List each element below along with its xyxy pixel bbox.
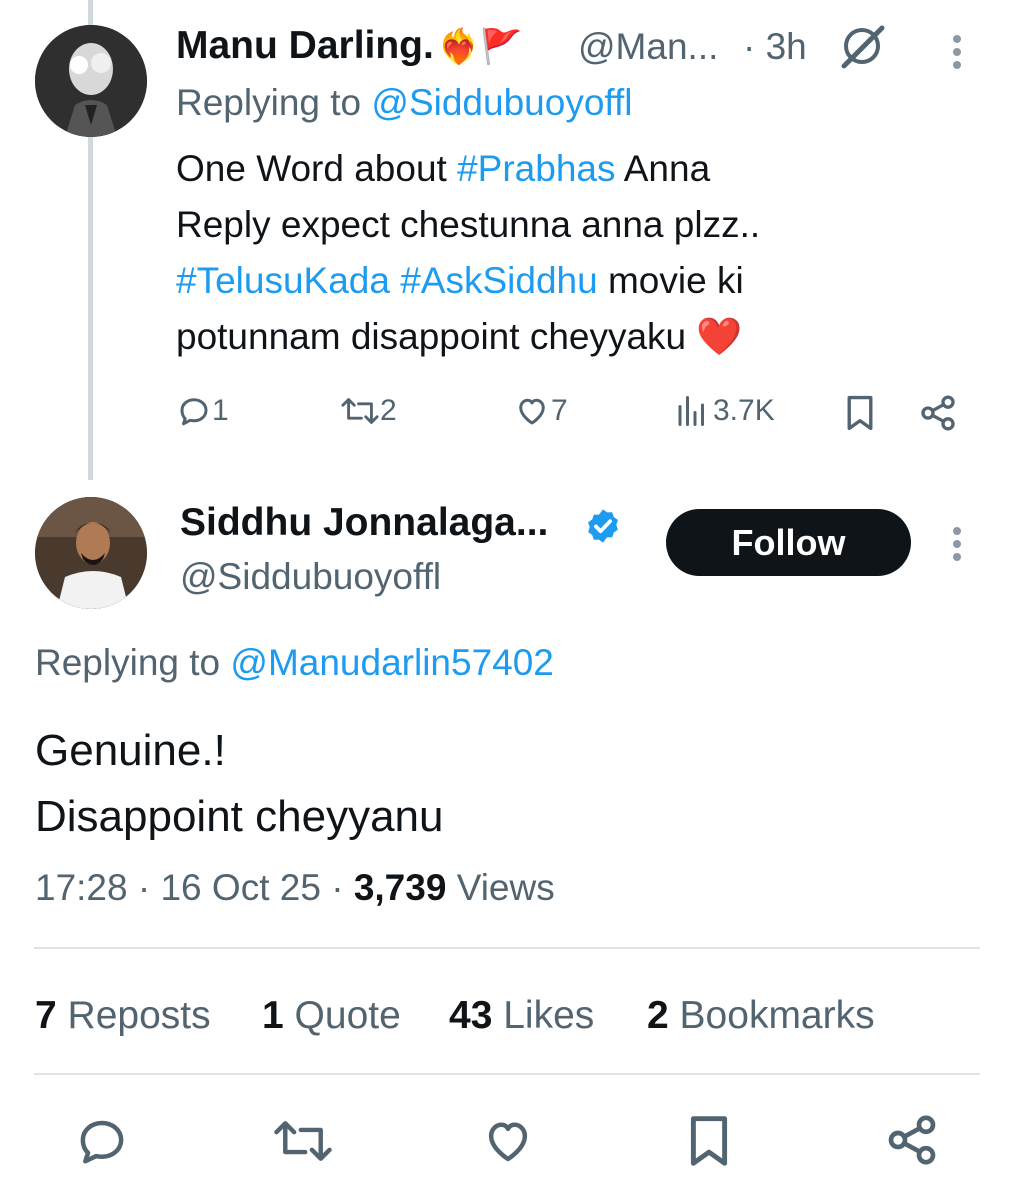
divider xyxy=(34,947,980,949)
avatar-manu[interactable] xyxy=(35,25,147,137)
views-label: Views xyxy=(456,867,555,908)
main-text-line: Disappoint cheyyanu xyxy=(35,792,444,841)
share-button[interactable] xyxy=(884,1112,940,1173)
reply-action-like[interactable]: 7 xyxy=(513,393,568,429)
reply-text-line: #TelusuKada #AskSiddhu movie ki xyxy=(176,260,744,301)
repost-icon xyxy=(274,1121,332,1161)
divider xyxy=(34,1073,980,1075)
hashtag-prabhas[interactable]: #Prabhas xyxy=(457,148,615,189)
repost-icon xyxy=(341,398,379,424)
main-tweet-text: Genuine.! Disappoint cheyyanu xyxy=(35,718,443,850)
reply-timestamp[interactable]: · 3h xyxy=(743,26,807,68)
reply-button[interactable] xyxy=(75,1114,129,1173)
verified-badge-icon xyxy=(584,507,622,550)
reply-text: One Word about #Prabhas Anna Reply expec… xyxy=(176,141,760,365)
tweet-time[interactable]: 17:28 xyxy=(35,867,128,908)
stat-likes[interactable]: 43 Likes xyxy=(449,994,594,1038)
more-icon[interactable] xyxy=(952,522,962,566)
repost-button[interactable] xyxy=(272,1114,334,1173)
follow-button[interactable]: Follow xyxy=(666,509,911,576)
bookmark-button[interactable] xyxy=(684,1112,734,1175)
avatar-siddhu[interactable] xyxy=(35,497,147,609)
reply-author-handle[interactable]: @Man... xyxy=(578,26,718,68)
main-replying-to: Replying to @Manudarlin57402 xyxy=(35,642,554,683)
replying-to-handle[interactable]: @Manudarlin57402 xyxy=(230,642,554,683)
views-icon xyxy=(678,396,704,426)
reply-action-repost[interactable]: 2 xyxy=(340,393,397,429)
bookmark-icon[interactable] xyxy=(842,393,878,438)
stat-quotes[interactable]: 1 Quote xyxy=(262,994,401,1038)
main-author-handle[interactable]: @Siddubuoyoffl xyxy=(180,556,441,598)
reply-action-views[interactable]: 3.7K xyxy=(675,393,775,429)
reply-icon xyxy=(180,398,208,426)
bookmark-icon xyxy=(690,1116,728,1166)
reply-text-line: potunnam disappoint cheyyaku ❤️ xyxy=(176,316,743,357)
views-count: 3,739 xyxy=(353,867,447,908)
reply-replying-to: Replying to @Siddubuoyoffl xyxy=(176,82,633,123)
tweet-date[interactable]: 16 Oct 25 xyxy=(160,867,320,908)
author-emojis: ❤️‍🔥🚩 xyxy=(437,28,523,66)
main-author-name[interactable]: Siddhu Jonnalaga... xyxy=(180,501,548,545)
heart-emoji: ❤️ xyxy=(696,316,743,357)
reply-author-name[interactable]: Manu Darling. ❤️‍🔥🚩 xyxy=(176,24,523,68)
reply-icon xyxy=(80,1120,124,1164)
stat-reposts[interactable]: 7 Reposts xyxy=(35,994,211,1038)
reply-action-reply[interactable]: 1 xyxy=(176,393,229,429)
share-icon xyxy=(888,1115,936,1165)
share-icon[interactable] xyxy=(918,393,958,438)
more-icon[interactable] xyxy=(952,30,962,74)
grok-icon[interactable] xyxy=(838,22,888,75)
reply-text-line: Reply expect chestunna anna plzz.. xyxy=(176,204,761,245)
tweet-meta: 17:28 · 16 Oct 25 · 3,739 Views xyxy=(35,867,555,908)
hashtags-telusu-asksiddhu[interactable]: #TelusuKada #AskSiddhu xyxy=(176,260,598,301)
stat-bookmarks[interactable]: 2 Bookmarks xyxy=(647,994,875,1038)
like-button[interactable] xyxy=(480,1114,536,1173)
like-icon xyxy=(488,1122,528,1162)
like-icon xyxy=(519,398,545,425)
replying-to-handle[interactable]: @Siddubuoyoffl xyxy=(371,82,632,123)
reply-text-line: One Word about #Prabhas Anna xyxy=(176,148,711,189)
main-text-line: Genuine.! xyxy=(35,726,226,775)
